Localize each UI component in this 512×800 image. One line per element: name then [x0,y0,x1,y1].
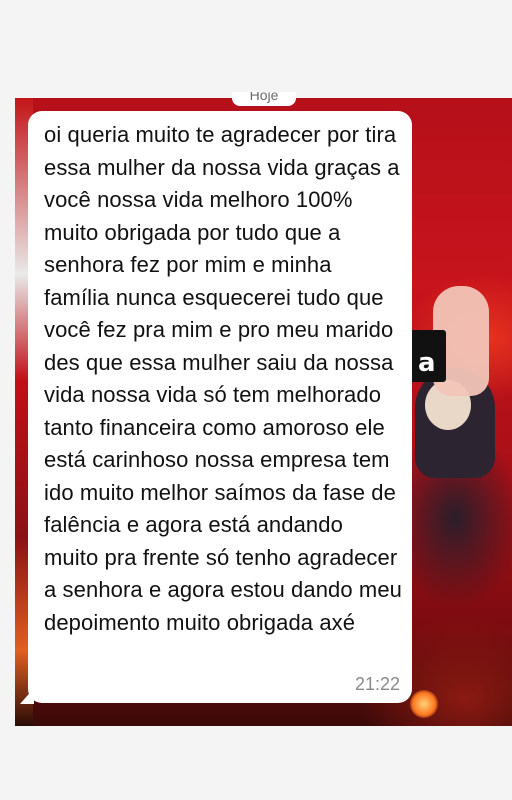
incoming-message-bubble[interactable]: oi queria muito te agradecer por tira es… [28,111,412,703]
date-divider-label: Hoje [249,92,279,103]
candle-flame [410,690,438,718]
wallpaper-sign: a [410,330,446,382]
message-timestamp: 21:22 [354,674,400,694]
wallpaper-sign-text: a [418,348,436,378]
message-text: oi queria muito te agradecer por tira es… [44,122,403,635]
date-divider: Hoje [232,92,296,106]
